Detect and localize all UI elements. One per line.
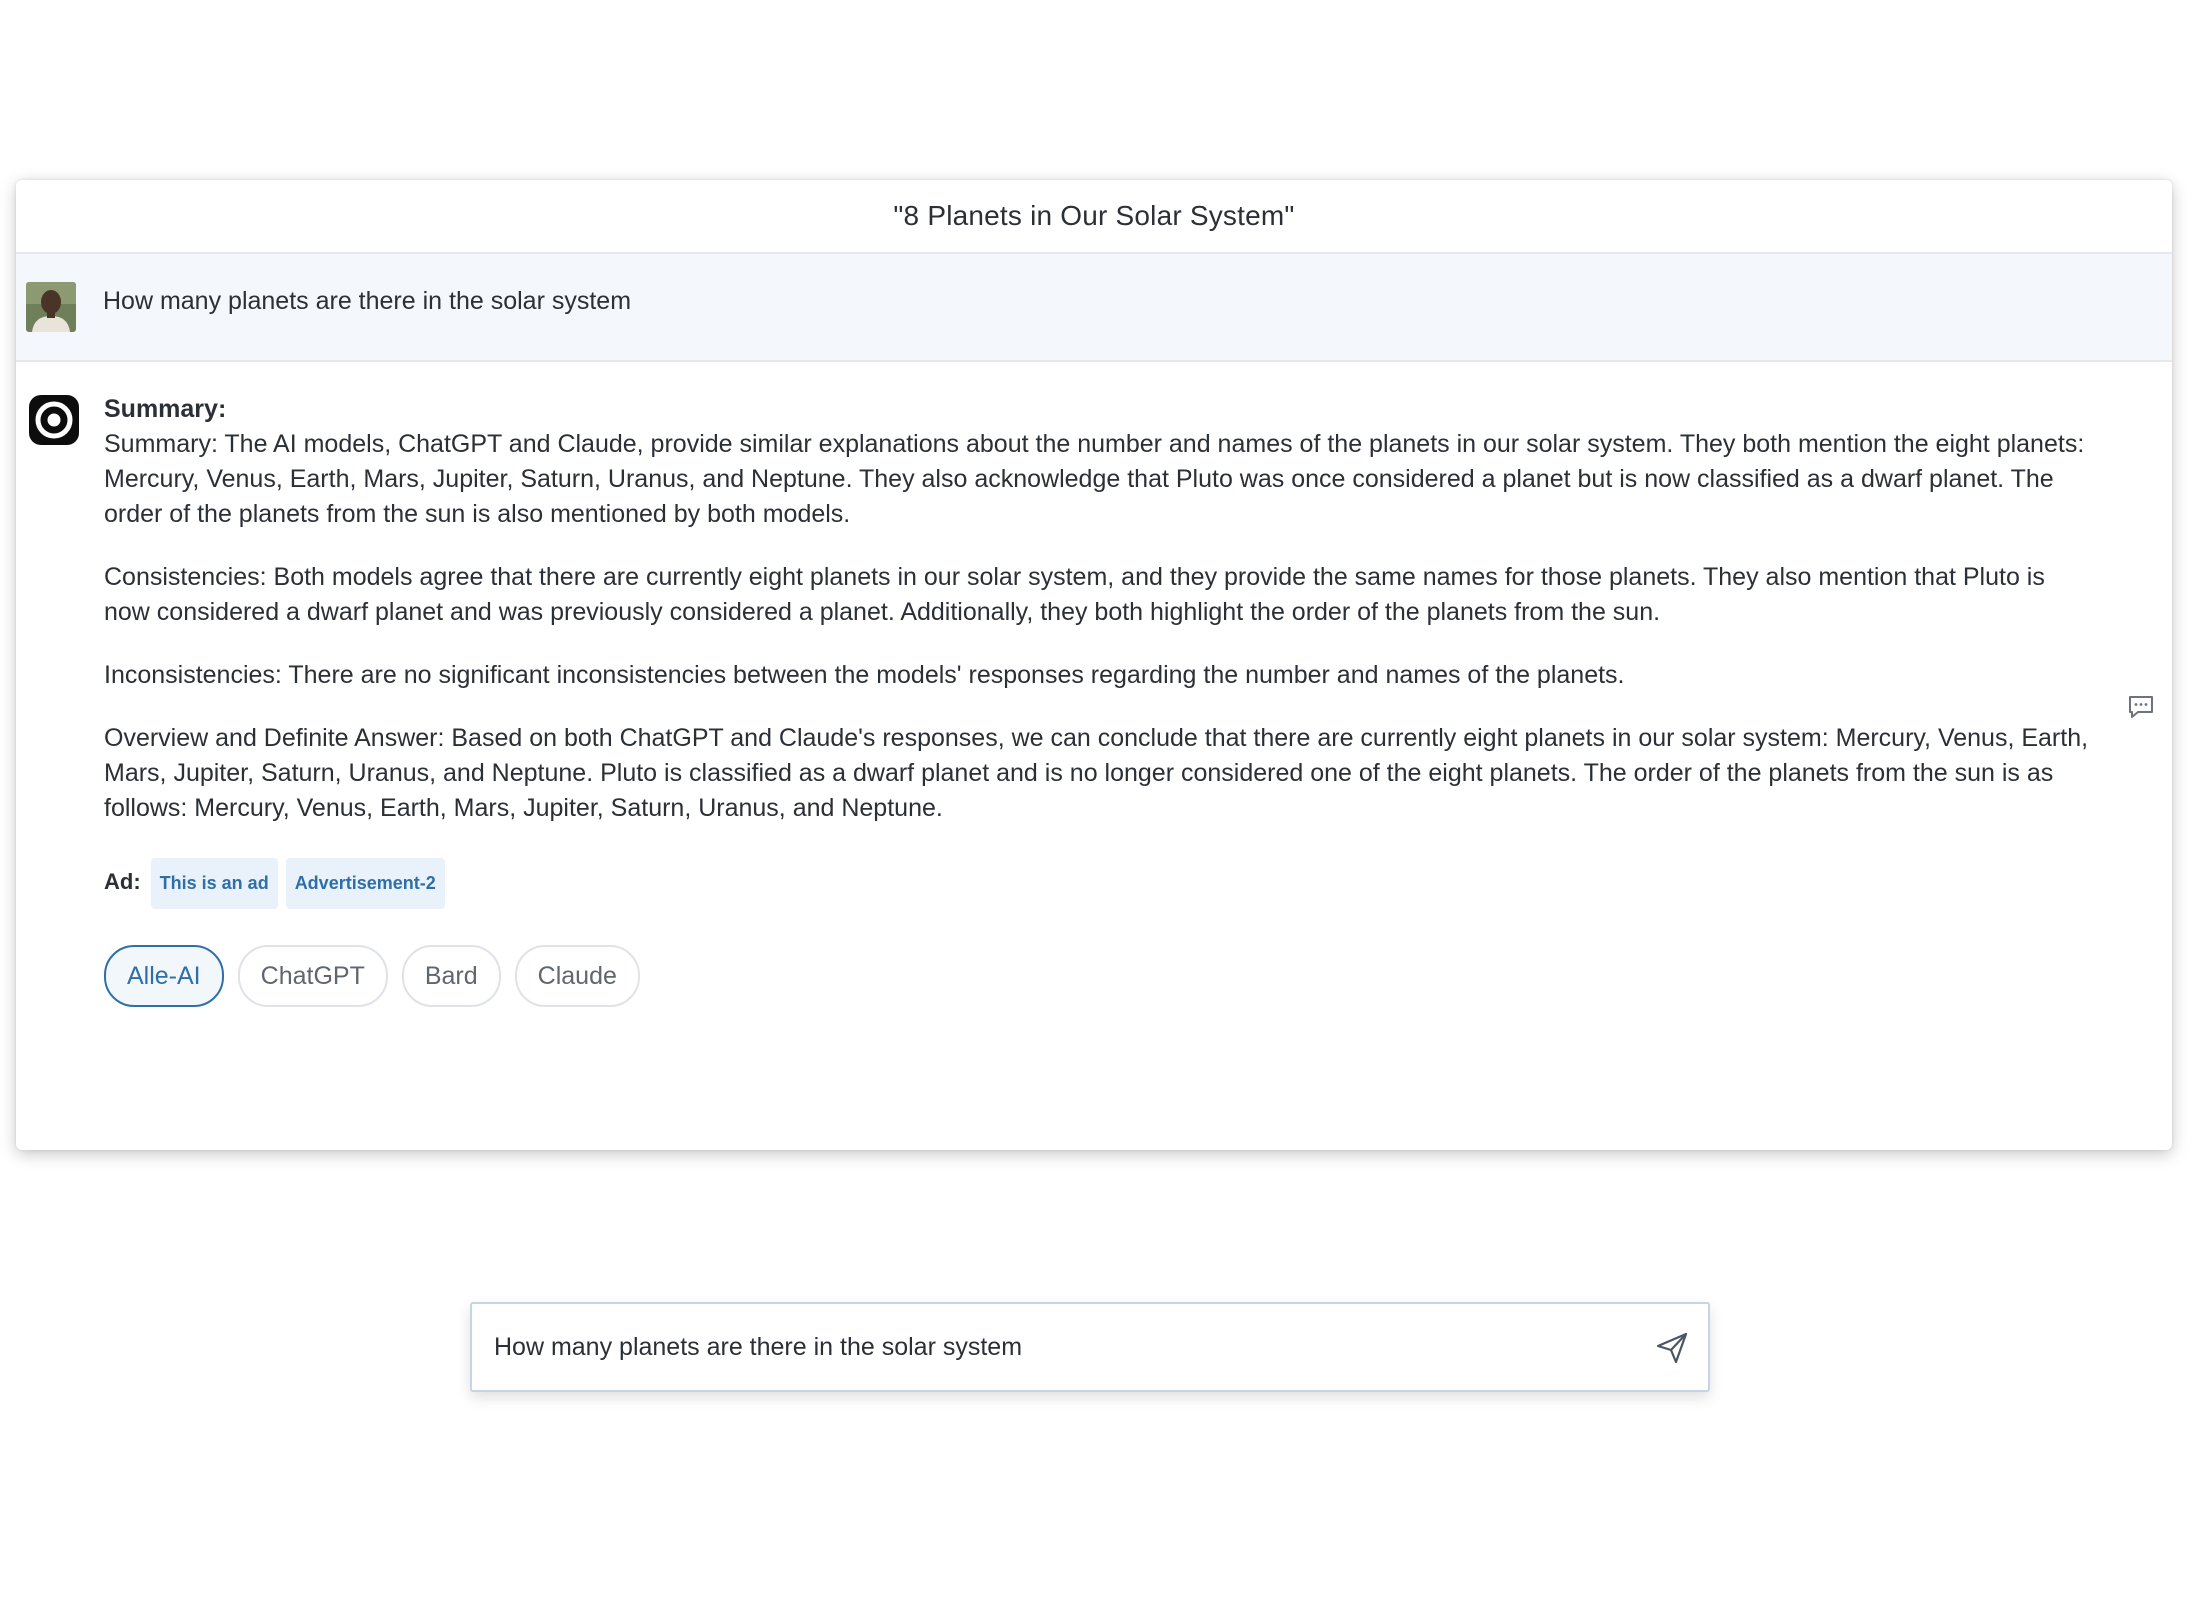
summary-heading: Summary:: [104, 395, 227, 423]
answer-paragraph-summary: Summary: The AI models, ChatGPT and Clau…: [104, 430, 2085, 528]
comment-icon[interactable]: [2126, 692, 2156, 722]
user-message-row: How many planets are there in the solar …: [16, 254, 2172, 362]
model-tabs: Alle-AI ChatGPT Bard Claude: [104, 945, 2094, 1007]
answer-paragraph-consistencies: Consistencies: Both models agree that th…: [104, 563, 2045, 626]
ad-row: Ad: This is an ad Advertisement-2: [104, 854, 2094, 909]
model-tab-claude[interactable]: Claude: [514, 945, 640, 1007]
answer-body: Summary: Summary: The AI models, ChatGPT…: [104, 392, 2094, 1007]
ad-chip[interactable]: This is an ad: [150, 858, 278, 909]
user-message-text: How many planets are there in the solar …: [103, 286, 632, 315]
answer-paragraph-inconsistencies: Inconsistencies: There are no significan…: [104, 661, 1625, 689]
answer-paragraph-overview: Overview and Definite Answer: Based on b…: [104, 724, 2089, 822]
model-tab-chatgpt[interactable]: ChatGPT: [237, 945, 388, 1007]
chat-title: "8 Planets in Our Solar System": [893, 200, 1295, 231]
answer-row: Summary: Summary: The AI models, ChatGPT…: [16, 362, 2172, 1007]
model-tab-bard[interactable]: Bard: [401, 945, 501, 1007]
ad-chip[interactable]: Advertisement-2: [285, 858, 445, 909]
prompt-input-box: [470, 1302, 1710, 1392]
bot-logo-icon: [28, 394, 80, 446]
chat-header: "8 Planets in Our Solar System": [16, 180, 2172, 254]
model-tab-alle-ai[interactable]: Alle-AI: [104, 945, 224, 1007]
user-avatar: [26, 282, 76, 332]
ad-label: Ad:: [104, 869, 141, 894]
chat-panel: "8 Planets in Our Solar System" How many…: [16, 180, 2172, 1150]
send-icon[interactable]: [1654, 1330, 1690, 1366]
prompt-input[interactable]: [494, 1332, 1594, 1362]
